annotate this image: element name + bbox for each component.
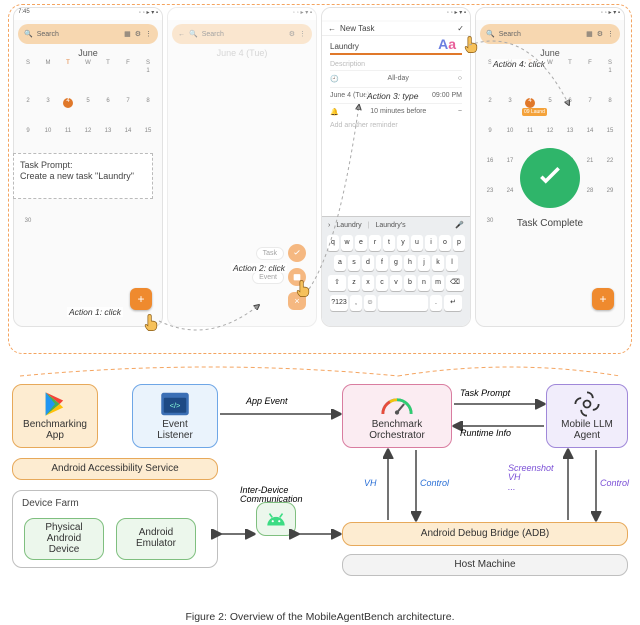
edge-vh: VH (364, 478, 377, 488)
edge-task-prompt: Task Prompt (460, 388, 510, 398)
edge-app-event: App Event (246, 396, 288, 406)
edge-runtime: Runtime Info (460, 428, 511, 438)
edge-control2: Control (600, 478, 629, 488)
action-arrows (9, 5, 633, 355)
edge-inter-device: Inter-Device Communication (240, 486, 303, 505)
scenario-panel: 7:45 ◦ ◦ ▸ ▾ ▪ 🔍 Search ▦ ⚙ ⋮ June SMTWT… (8, 4, 632, 354)
edge-screenshot-vh: Screenshot VH ... (508, 464, 554, 492)
edge-control1: Control (420, 478, 449, 488)
scenario-connector (10, 358, 620, 378)
figure-caption: Figure 2: Overview of the MobileAgentBen… (0, 611, 640, 623)
architecture-diagram: Benchmarking App </> Event Listener Benc… (8, 380, 632, 592)
